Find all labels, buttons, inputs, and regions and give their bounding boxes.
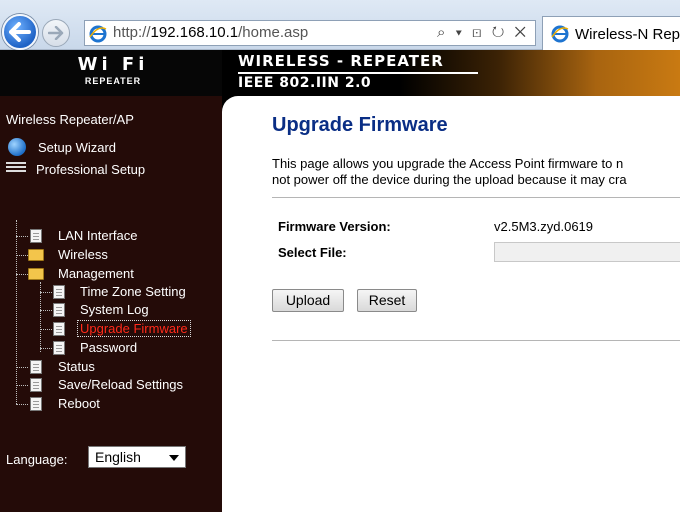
url-host: 192.168.10.1 xyxy=(150,24,239,41)
sidebar-item-professional-setup[interactable]: Professional Setup xyxy=(36,162,145,177)
tree-branch xyxy=(16,404,28,405)
browser-tab[interactable]: Wireless-N Rep xyxy=(542,16,680,50)
document-icon xyxy=(30,378,42,392)
description-line-1: This page allows you upgrade the Access … xyxy=(272,156,624,171)
wifi-logo: Wi Fi REPEATER xyxy=(58,54,168,94)
document-icon xyxy=(30,360,42,374)
sidebar-item-management[interactable]: Management xyxy=(58,266,134,281)
header-subtitle: IEEE 802.IIN 2.0 xyxy=(238,75,372,91)
url-path: /home.asp xyxy=(238,24,309,41)
screen: http://192.168.10.1/home.asp ⌕ ▾ ⊡ ↻ ✕ W… xyxy=(0,0,680,512)
sidebar-item-upgrade-firmware-label: Upgrade Firmware xyxy=(77,320,191,337)
sidebar-item-upgrade-firmware[interactable]: Upgrade Firmware xyxy=(77,320,191,337)
tree-branch xyxy=(16,236,28,237)
page-description: This page allows you upgrade the Access … xyxy=(272,156,680,188)
url-prefix: http:// xyxy=(113,24,151,41)
tree-branch xyxy=(40,310,52,311)
tree-branch xyxy=(40,348,52,349)
sidebar-item-time-zone[interactable]: Time Zone Setting xyxy=(80,284,186,299)
language-label: Language: xyxy=(6,452,68,467)
header-divider xyxy=(238,72,478,74)
language-select[interactable]: English xyxy=(88,446,186,468)
document-icon xyxy=(53,303,65,317)
forward-arrow-icon xyxy=(48,26,64,40)
tree-branch xyxy=(16,367,28,368)
ie-tab-icon xyxy=(551,25,569,43)
sidebar-item-wireless[interactable]: Wireless xyxy=(58,247,108,262)
settings-icon xyxy=(6,162,26,172)
document-icon xyxy=(30,397,42,411)
folder-open-icon xyxy=(28,268,44,280)
sidebar-item-reboot[interactable]: Reboot xyxy=(58,396,100,411)
address-bar[interactable]: http://192.168.10.1/home.asp ⌕ ▾ ⊡ ↻ ✕ xyxy=(84,20,536,46)
firmware-version-label: Firmware Version: xyxy=(278,219,391,234)
header-logo-area: Wi Fi REPEATER xyxy=(0,50,222,96)
url-text: http://192.168.10.1/home.asp xyxy=(113,24,308,41)
tree-branch xyxy=(40,292,52,293)
tree-branch xyxy=(16,385,28,386)
upload-button[interactable]: Upload xyxy=(272,289,344,312)
select-file-label: Select File: xyxy=(278,245,347,260)
chevron-down-icon xyxy=(169,455,179,461)
document-icon xyxy=(53,341,65,355)
language-value: English xyxy=(95,449,141,465)
header-title: WIRELESS - REPEATER xyxy=(238,52,444,70)
browser-toolbar: http://192.168.10.1/home.asp ⌕ ▾ ⊡ ↻ ✕ W… xyxy=(0,0,680,50)
sidebar-heading: Wireless Repeater/AP xyxy=(6,112,134,127)
firmware-version-value: v2.5M3.zyd.0619 xyxy=(494,219,594,234)
document-icon xyxy=(53,285,65,299)
tree-branch xyxy=(16,255,28,256)
divider-top xyxy=(272,197,680,198)
divider-bottom xyxy=(272,340,680,341)
reset-button[interactable]: Reset xyxy=(357,289,417,312)
sidebar-item-lan-interface[interactable]: LAN Interface xyxy=(58,228,138,243)
description-line-2: not power off the device during the uplo… xyxy=(272,172,627,187)
wifi-logo-text: Wi Fi xyxy=(77,54,149,75)
tree-branch xyxy=(16,274,28,275)
page-header: Wi Fi REPEATER WIRELESS - REPEATER IEEE … xyxy=(0,50,680,96)
sidebar: Wireless Repeater/AP Setup Wizard Profes… xyxy=(0,96,222,512)
tree-branch xyxy=(40,329,52,330)
content-corner xyxy=(222,96,242,116)
tab-title: Wireless-N Rep xyxy=(575,26,680,43)
back-arrow-icon xyxy=(9,22,31,42)
sidebar-item-save-reload[interactable]: Save/Reload Settings xyxy=(58,377,183,392)
document-icon xyxy=(30,229,42,243)
sidebar-item-status[interactable]: Status xyxy=(58,359,95,374)
ie-page-icon xyxy=(89,25,107,43)
back-button[interactable] xyxy=(2,14,38,50)
document-icon xyxy=(53,322,65,336)
sidebar-item-setup-wizard[interactable]: Setup Wizard xyxy=(38,140,116,155)
folder-icon xyxy=(28,249,44,261)
file-input[interactable] xyxy=(494,242,680,262)
forward-button[interactable] xyxy=(42,19,70,47)
page-title: Upgrade Firmware xyxy=(272,114,448,136)
sidebar-item-password[interactable]: Password xyxy=(80,340,137,355)
wifi-logo-sub: REPEATER xyxy=(84,76,142,86)
address-tools[interactable]: ⌕ ▾ ⊡ ↻ ✕ xyxy=(437,24,529,41)
sidebar-item-system-log[interactable]: System Log xyxy=(80,302,149,317)
globe-icon xyxy=(8,138,26,156)
tree-line-main xyxy=(16,220,17,404)
